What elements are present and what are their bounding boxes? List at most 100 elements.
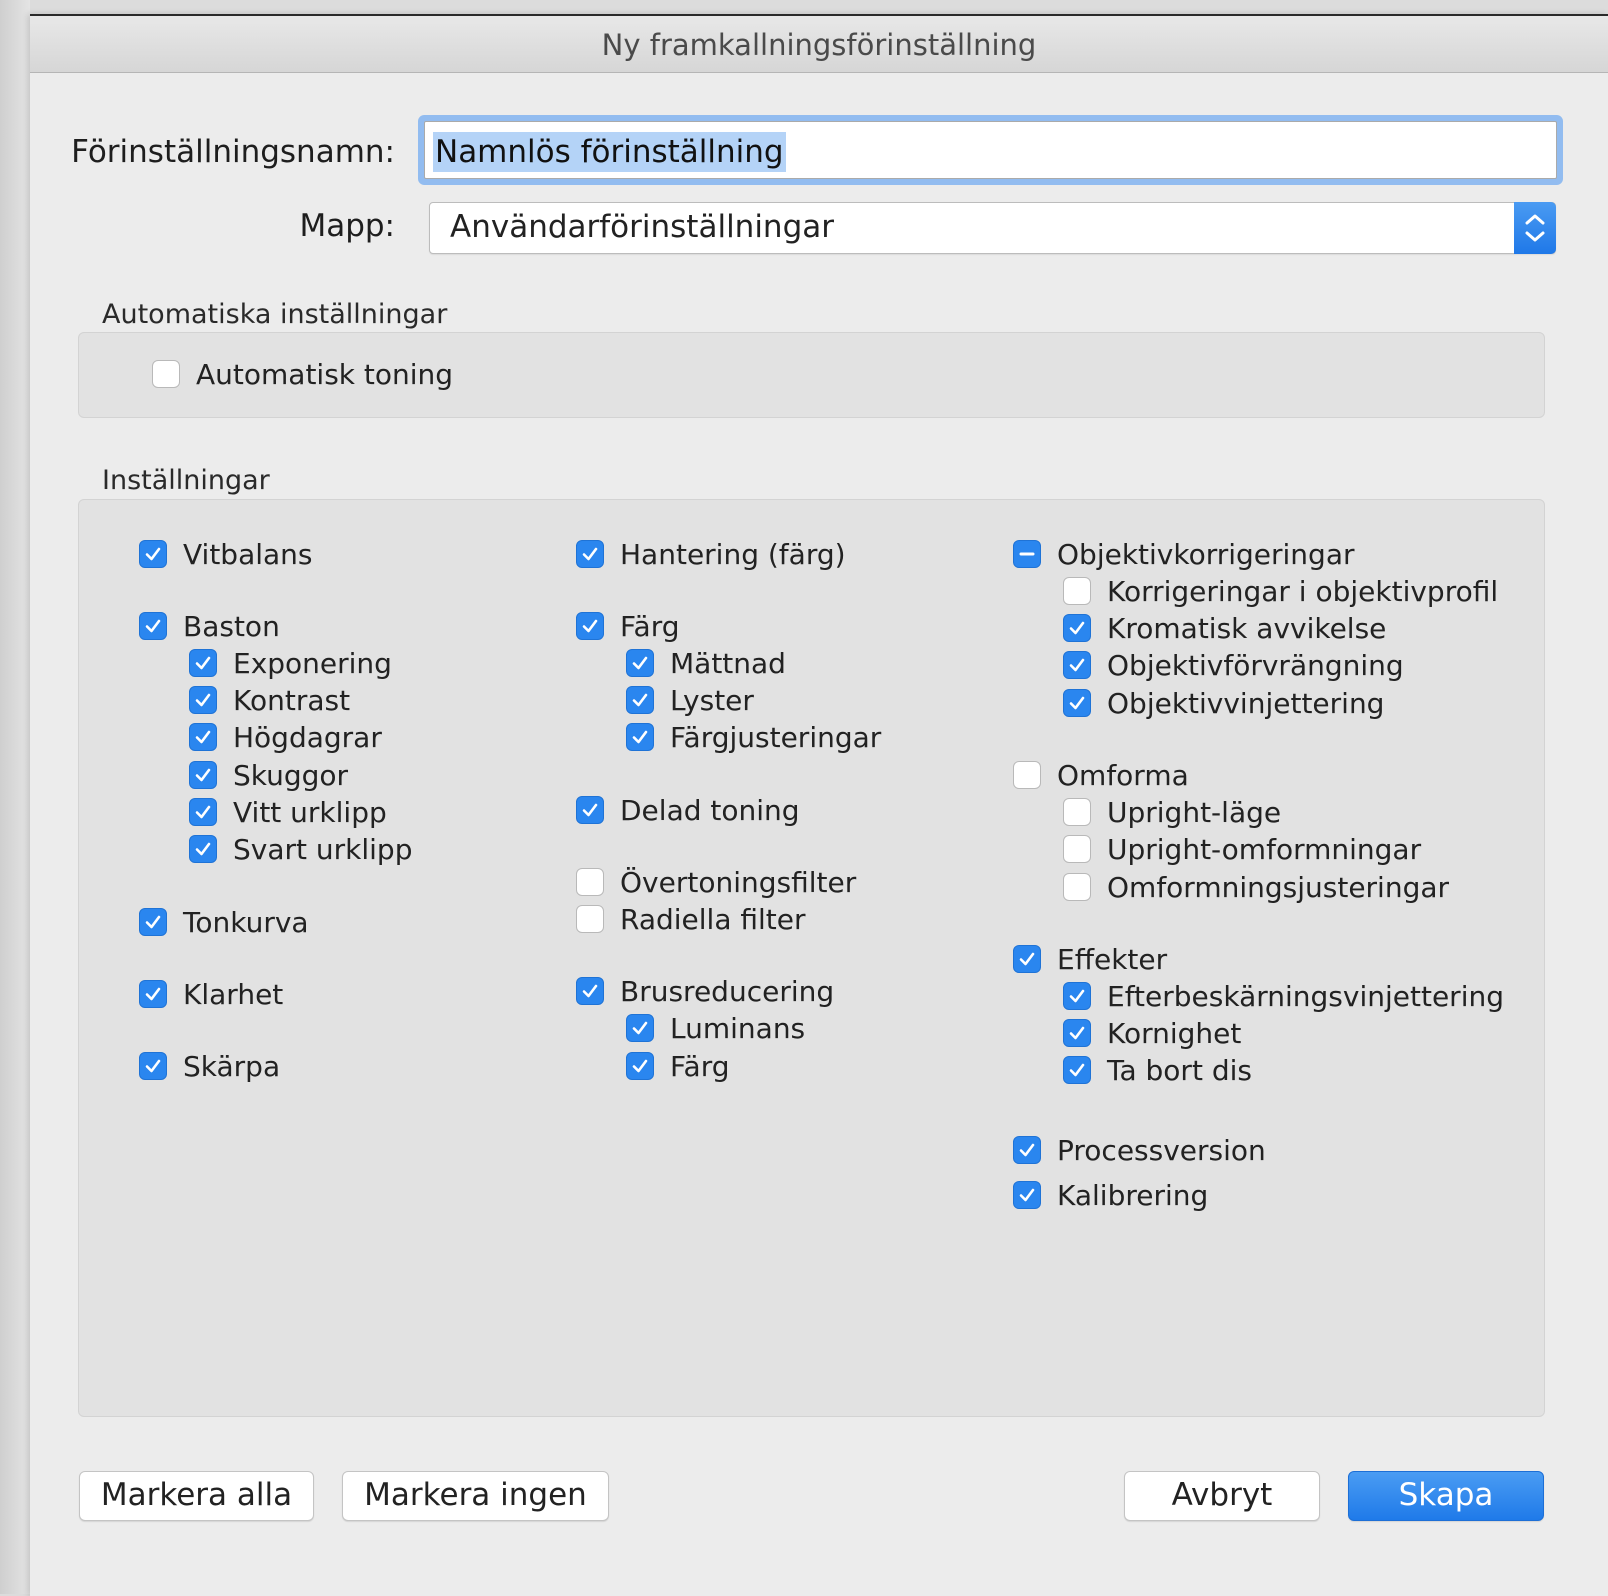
empty-checkbox-icon[interactable] (576, 905, 604, 933)
checkmark-icon[interactable] (576, 612, 604, 640)
checkbox-kornighet[interactable]: Kornighet (1063, 1016, 1241, 1050)
checkmark-icon[interactable] (189, 723, 217, 751)
checkbox-label: Omforma (1057, 758, 1189, 792)
checkmark-icon[interactable] (189, 798, 217, 826)
empty-checkbox-icon[interactable] (1063, 798, 1091, 826)
checkbox-objektivkorrigeringar[interactable]: Objektivkorrigeringar (1013, 537, 1355, 571)
checkbox-label: Vitbalans (183, 537, 313, 571)
minus-icon[interactable] (1013, 540, 1041, 568)
checkmark-icon[interactable] (576, 540, 604, 568)
checkbox-kalibrering[interactable]: Kalibrering (1013, 1178, 1208, 1212)
checkmark-icon[interactable] (1013, 1181, 1041, 1209)
empty-checkbox-icon[interactable] (1063, 577, 1091, 605)
checkbox-label: Färg (620, 609, 680, 643)
checkbox-tonkurva[interactable]: Tonkurva (139, 905, 309, 939)
checkbox-ta-bort-dis[interactable]: Ta bort dis (1063, 1053, 1252, 1087)
checkbox-skuggor[interactable]: Skuggor (189, 758, 348, 792)
checkbox-label: Vitt urklipp (233, 795, 387, 829)
checkmark-icon[interactable] (139, 540, 167, 568)
preset-name-input[interactable]: Namnlös förinställning (424, 121, 1557, 179)
checkbox-omforma[interactable]: Omforma (1013, 758, 1189, 792)
checkmark-icon[interactable] (1063, 651, 1091, 679)
checkbox-farg[interactable]: Färg (576, 609, 680, 643)
checkbox-objektivvinjettering[interactable]: Objektivvinjettering (1063, 686, 1384, 720)
checkbox-objektivforvrangning[interactable]: Objektivförvrängning (1063, 648, 1404, 682)
checkmark-icon[interactable] (626, 686, 654, 714)
checkmark-icon[interactable] (1013, 945, 1041, 973)
checkbox-label: Automatisk toning (196, 357, 454, 391)
preset-name-label: Förinställningsnamn: (71, 134, 395, 170)
checkbox-hogdagrar[interactable]: Högdagrar (189, 720, 382, 754)
checkmark-icon[interactable] (1063, 1056, 1091, 1084)
checkbox-label: Tonkurva (183, 905, 309, 939)
checkmark-icon[interactable] (1063, 1019, 1091, 1047)
checkmark-icon[interactable] (1063, 689, 1091, 717)
checkbox-label: Kalibrering (1057, 1178, 1209, 1212)
select-none-button[interactable]: Markera ingen (342, 1471, 609, 1521)
checkbox-upright-lage[interactable]: Upright-läge (1063, 795, 1281, 829)
empty-checkbox-icon[interactable] (152, 360, 180, 388)
checkbox-delad-toning[interactable]: Delad toning (576, 793, 800, 827)
empty-checkbox-icon[interactable] (1013, 761, 1041, 789)
checkbox-label: Upright-omformningar (1107, 832, 1422, 866)
create-button[interactable]: Skapa (1348, 1471, 1544, 1521)
checkbox-skarpa[interactable]: Skärpa (139, 1049, 280, 1083)
checkbox-lyster[interactable]: Lyster (626, 683, 754, 717)
checkbox-farg[interactable]: Färg (626, 1049, 730, 1083)
checkbox-label: Exponering (233, 646, 392, 680)
checkbox-fargjusteringar[interactable]: Färgjusteringar (626, 720, 881, 754)
checkmark-icon[interactable] (576, 977, 604, 1005)
checkmark-icon[interactable] (1013, 1136, 1041, 1164)
checkbox-automatisk-toning[interactable]: Automatisk toning (152, 357, 453, 391)
checkmark-icon[interactable] (139, 980, 167, 1008)
preset-name-value: Namnlös förinställning (433, 132, 786, 172)
checkmark-icon[interactable] (139, 908, 167, 936)
checkmark-icon[interactable] (189, 649, 217, 677)
checkbox-label: Processversion (1057, 1133, 1266, 1167)
empty-checkbox-icon[interactable] (1063, 873, 1091, 901)
checkmark-icon[interactable] (189, 761, 217, 789)
checkbox-kontrast[interactable]: Kontrast (189, 683, 350, 717)
checkbox-radiella-filter[interactable]: Radiella filter (576, 902, 806, 936)
empty-checkbox-icon[interactable] (1063, 835, 1091, 863)
checkbox-luminans[interactable]: Luminans (626, 1011, 805, 1045)
select-all-button[interactable]: Markera alla (79, 1471, 314, 1521)
checkbox-baston[interactable]: Baston (139, 609, 280, 643)
checkmark-icon[interactable] (626, 649, 654, 677)
checkbox-vitbalans[interactable]: Vitbalans (139, 537, 313, 571)
checkmark-icon[interactable] (189, 835, 217, 863)
title-bar: Ny framkallningsförinställning (30, 16, 1608, 73)
checkbox-effekter[interactable]: Effekter (1013, 942, 1167, 976)
checkmark-icon[interactable] (626, 1014, 654, 1042)
checkbox-brusreducering[interactable]: Brusreducering (576, 974, 834, 1008)
checkmark-icon[interactable] (1063, 982, 1091, 1010)
checkbox-upright-omformningar[interactable]: Upright-omformningar (1063, 832, 1421, 866)
checkbox-svart-urklipp[interactable]: Svart urklipp (189, 832, 412, 866)
checkbox-kromatisk-avvikelse[interactable]: Kromatisk avvikelse (1063, 611, 1386, 645)
checkbox-efterbeskarningsvinjettering[interactable]: Efterbeskärningsvinjettering (1063, 979, 1504, 1013)
checkbox-korrigeringar-i-objektivprofil[interactable]: Korrigeringar i objektivprofil (1063, 574, 1498, 608)
checkbox-label: Objektivvinjettering (1107, 686, 1385, 720)
checkbox-overtoningsfilter[interactable]: Övertoningsfilter (576, 865, 856, 899)
chevron-up-down-icon[interactable] (1514, 202, 1556, 254)
checkmark-icon[interactable] (1063, 614, 1091, 642)
checkmark-icon[interactable] (139, 1052, 167, 1080)
folder-select[interactable]: Användarförinställningar (429, 202, 1556, 254)
checkmark-icon[interactable] (189, 686, 217, 714)
empty-checkbox-icon[interactable] (576, 868, 604, 896)
checkbox-vitt-urklipp[interactable]: Vitt urklipp (189, 795, 387, 829)
checkbox-mattnad[interactable]: Mättnad (626, 646, 786, 680)
cancel-button[interactable]: Avbryt (1124, 1471, 1320, 1521)
checkbox-processversion[interactable]: Processversion (1013, 1133, 1266, 1167)
checkbox-label: Skuggor (233, 758, 349, 792)
checkbox-label: Kornighet (1107, 1016, 1242, 1050)
checkmark-icon[interactable] (626, 1052, 654, 1080)
checkbox-klarhet[interactable]: Klarhet (139, 977, 283, 1011)
checkmark-icon[interactable] (139, 612, 167, 640)
checkbox-omformningsjusteringar[interactable]: Omformningsjusteringar (1063, 870, 1449, 904)
checkmark-icon[interactable] (576, 796, 604, 824)
checkbox-hantering-farg[interactable]: Hantering (färg) (576, 537, 846, 571)
checkbox-exponering[interactable]: Exponering (189, 646, 392, 680)
checkmark-icon[interactable] (626, 723, 654, 751)
checkbox-label: Luminans (670, 1011, 806, 1045)
